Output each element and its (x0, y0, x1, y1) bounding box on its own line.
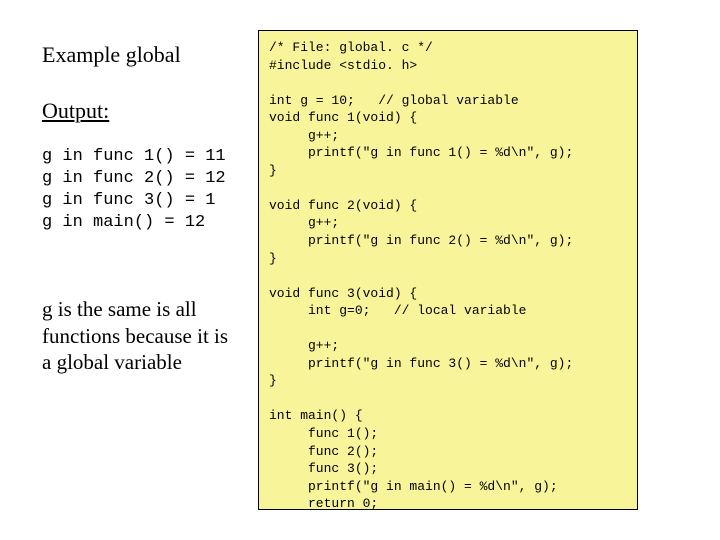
left-column: Example global Output: g in func 1() = 1… (42, 42, 242, 375)
output-lines: g in func 1() = 11 g in func 2() = 12 g … (42, 146, 242, 234)
explanation-note: g is the same is all functions because i… (42, 296, 242, 375)
code-box: /* File: global. c */ #include <stdio. h… (258, 30, 638, 510)
output-heading: Output: (42, 98, 242, 124)
slide-title: Example global (42, 42, 242, 68)
